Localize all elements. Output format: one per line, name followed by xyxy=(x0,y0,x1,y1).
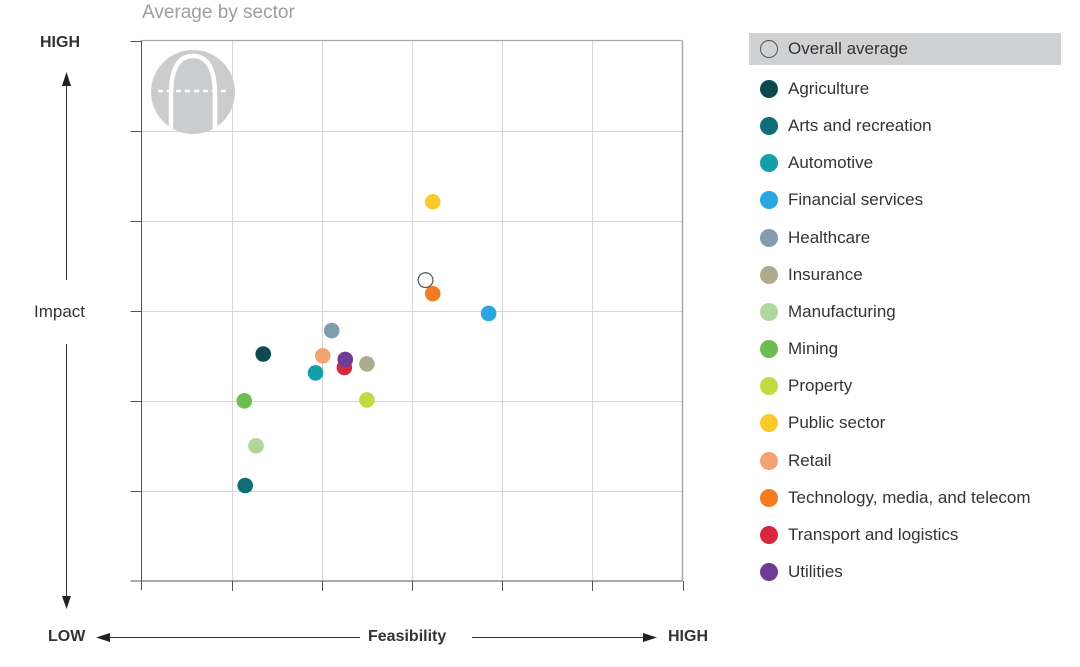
legend-label: Arts and recreation xyxy=(788,115,932,135)
legend-item-insurance[interactable]: Insurance xyxy=(749,256,1061,293)
x-axis-arrow-right xyxy=(472,633,657,642)
point-arts-and-recreation xyxy=(237,477,253,494)
legend-label: Utilities xyxy=(788,562,843,582)
legend-label: Insurance xyxy=(788,264,863,284)
legend-label: Public sector xyxy=(788,413,886,433)
legend-item-automotive[interactable]: Automotive xyxy=(749,145,1061,182)
legend-swatch xyxy=(760,340,778,359)
legend-swatch xyxy=(760,302,778,321)
point-public-sector xyxy=(424,193,441,210)
legend-swatch xyxy=(760,377,778,396)
legend-swatch xyxy=(760,488,778,507)
legend-label: Technology, media, and telecom xyxy=(788,487,1031,507)
legend-swatch xyxy=(760,228,778,247)
legend: Overall average Agriculture Arts and recre… xyxy=(749,33,1061,591)
legend-swatch xyxy=(760,79,778,98)
point-overall-average xyxy=(417,272,434,289)
legend-item-financial-services[interactable]: Financial services xyxy=(749,182,1061,219)
legend-swatch xyxy=(760,526,778,545)
legend-label: Automotive xyxy=(788,153,874,173)
legend-label: Property xyxy=(788,376,853,396)
legend-swatch xyxy=(760,116,778,135)
legend-label: Mining xyxy=(788,339,839,359)
point-insurance xyxy=(359,356,375,372)
legend-label: Overall average xyxy=(788,39,909,58)
y-axis-arrow-down xyxy=(62,344,71,609)
x-axis-arrow-left xyxy=(96,633,360,642)
legend-item-public-sector[interactable]: Public sector xyxy=(749,405,1061,442)
legend-swatch xyxy=(760,265,778,284)
legend-item-retail[interactable]: Retail xyxy=(749,442,1061,479)
point-retail xyxy=(314,347,331,364)
legend-item-manufacturing[interactable]: Manufacturing xyxy=(749,293,1061,330)
legend-label: Transport and logistics xyxy=(788,525,959,545)
point-utilities xyxy=(337,351,354,368)
legend-swatch xyxy=(760,154,778,173)
legend-swatch xyxy=(760,414,778,433)
legend-label: Retail xyxy=(788,450,832,470)
legend-item-agriculture[interactable]: Agriculture xyxy=(749,70,1061,107)
point-technology-media-and-telecom xyxy=(424,285,441,302)
point-agriculture xyxy=(255,346,272,362)
legend-swatch xyxy=(760,563,778,582)
legend-swatch xyxy=(760,191,778,210)
point-automotive xyxy=(307,365,324,381)
legend-item-property[interactable]: Property xyxy=(749,368,1061,405)
legend-item-arts-and-recreation[interactable]: Arts and recreation xyxy=(749,107,1061,144)
legend-item-transport-and-logistics[interactable]: Transport and logistics xyxy=(749,516,1061,553)
legend-label: Manufacturing xyxy=(788,301,896,321)
legend-label: Financial services xyxy=(788,190,924,210)
legend-item-utilities[interactable]: Utilities xyxy=(749,554,1061,591)
y-axis-arrow-up xyxy=(62,72,71,280)
point-mining xyxy=(236,393,253,409)
legend-item-healthcare[interactable]: Healthcare xyxy=(749,219,1061,256)
point-property xyxy=(359,392,375,408)
legend-label: Agriculture xyxy=(788,78,870,98)
data-points xyxy=(236,193,497,494)
legend-item-technology-media-and-telecom[interactable]: Technology, media, and telecom xyxy=(749,479,1061,516)
legend-item-overall-average[interactable]: Overall average xyxy=(749,33,1061,65)
legend-swatch xyxy=(760,451,778,470)
arch-icon xyxy=(151,50,235,134)
legend-item-mining[interactable]: Mining xyxy=(749,331,1061,368)
point-healthcare xyxy=(323,322,340,339)
point-manufacturing xyxy=(248,438,264,454)
legend-swatch xyxy=(760,40,778,58)
point-financial-services xyxy=(480,305,497,322)
legend-label: Healthcare xyxy=(788,227,871,247)
